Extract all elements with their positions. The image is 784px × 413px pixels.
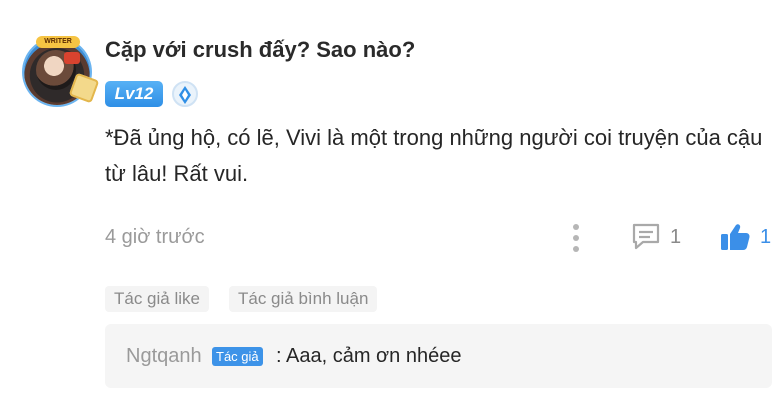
- reply-count[interactable]: 1: [670, 226, 681, 249]
- reply-text: : Aaa, cảm ơn nhéee: [276, 345, 462, 367]
- comment-body: *Đã ủng hộ, có lẽ, Vivi là một trong nhữ…: [105, 125, 763, 186]
- author-badge: Tác giả: [212, 347, 263, 366]
- reply-box[interactable]: Ngtqanh Tác giả : Aaa, cảm ơn nhéee: [105, 324, 772, 388]
- thumbs-up-icon[interactable]: [719, 222, 751, 257]
- comment-time: 4 giờ trước: [105, 226, 205, 248]
- reply-author-name[interactable]: Ngtqanh: [126, 345, 202, 368]
- avatar[interactable]: WRITER: [22, 36, 100, 106]
- tag-author-comment: Tác giả bình luận: [229, 286, 378, 312]
- tag-author-like: Tác giả like: [105, 286, 209, 312]
- level-badge: Lv12: [105, 81, 163, 107]
- writer-badge: WRITER: [36, 36, 80, 48]
- comment-icon[interactable]: [631, 222, 661, 255]
- comment-title: Cặp với crush đấy? Sao nào?: [105, 37, 416, 62]
- avatar-decoration: [64, 52, 80, 64]
- like-count[interactable]: 1: [760, 226, 771, 249]
- more-vertical-icon[interactable]: [570, 224, 582, 252]
- rank-icon: [172, 81, 198, 107]
